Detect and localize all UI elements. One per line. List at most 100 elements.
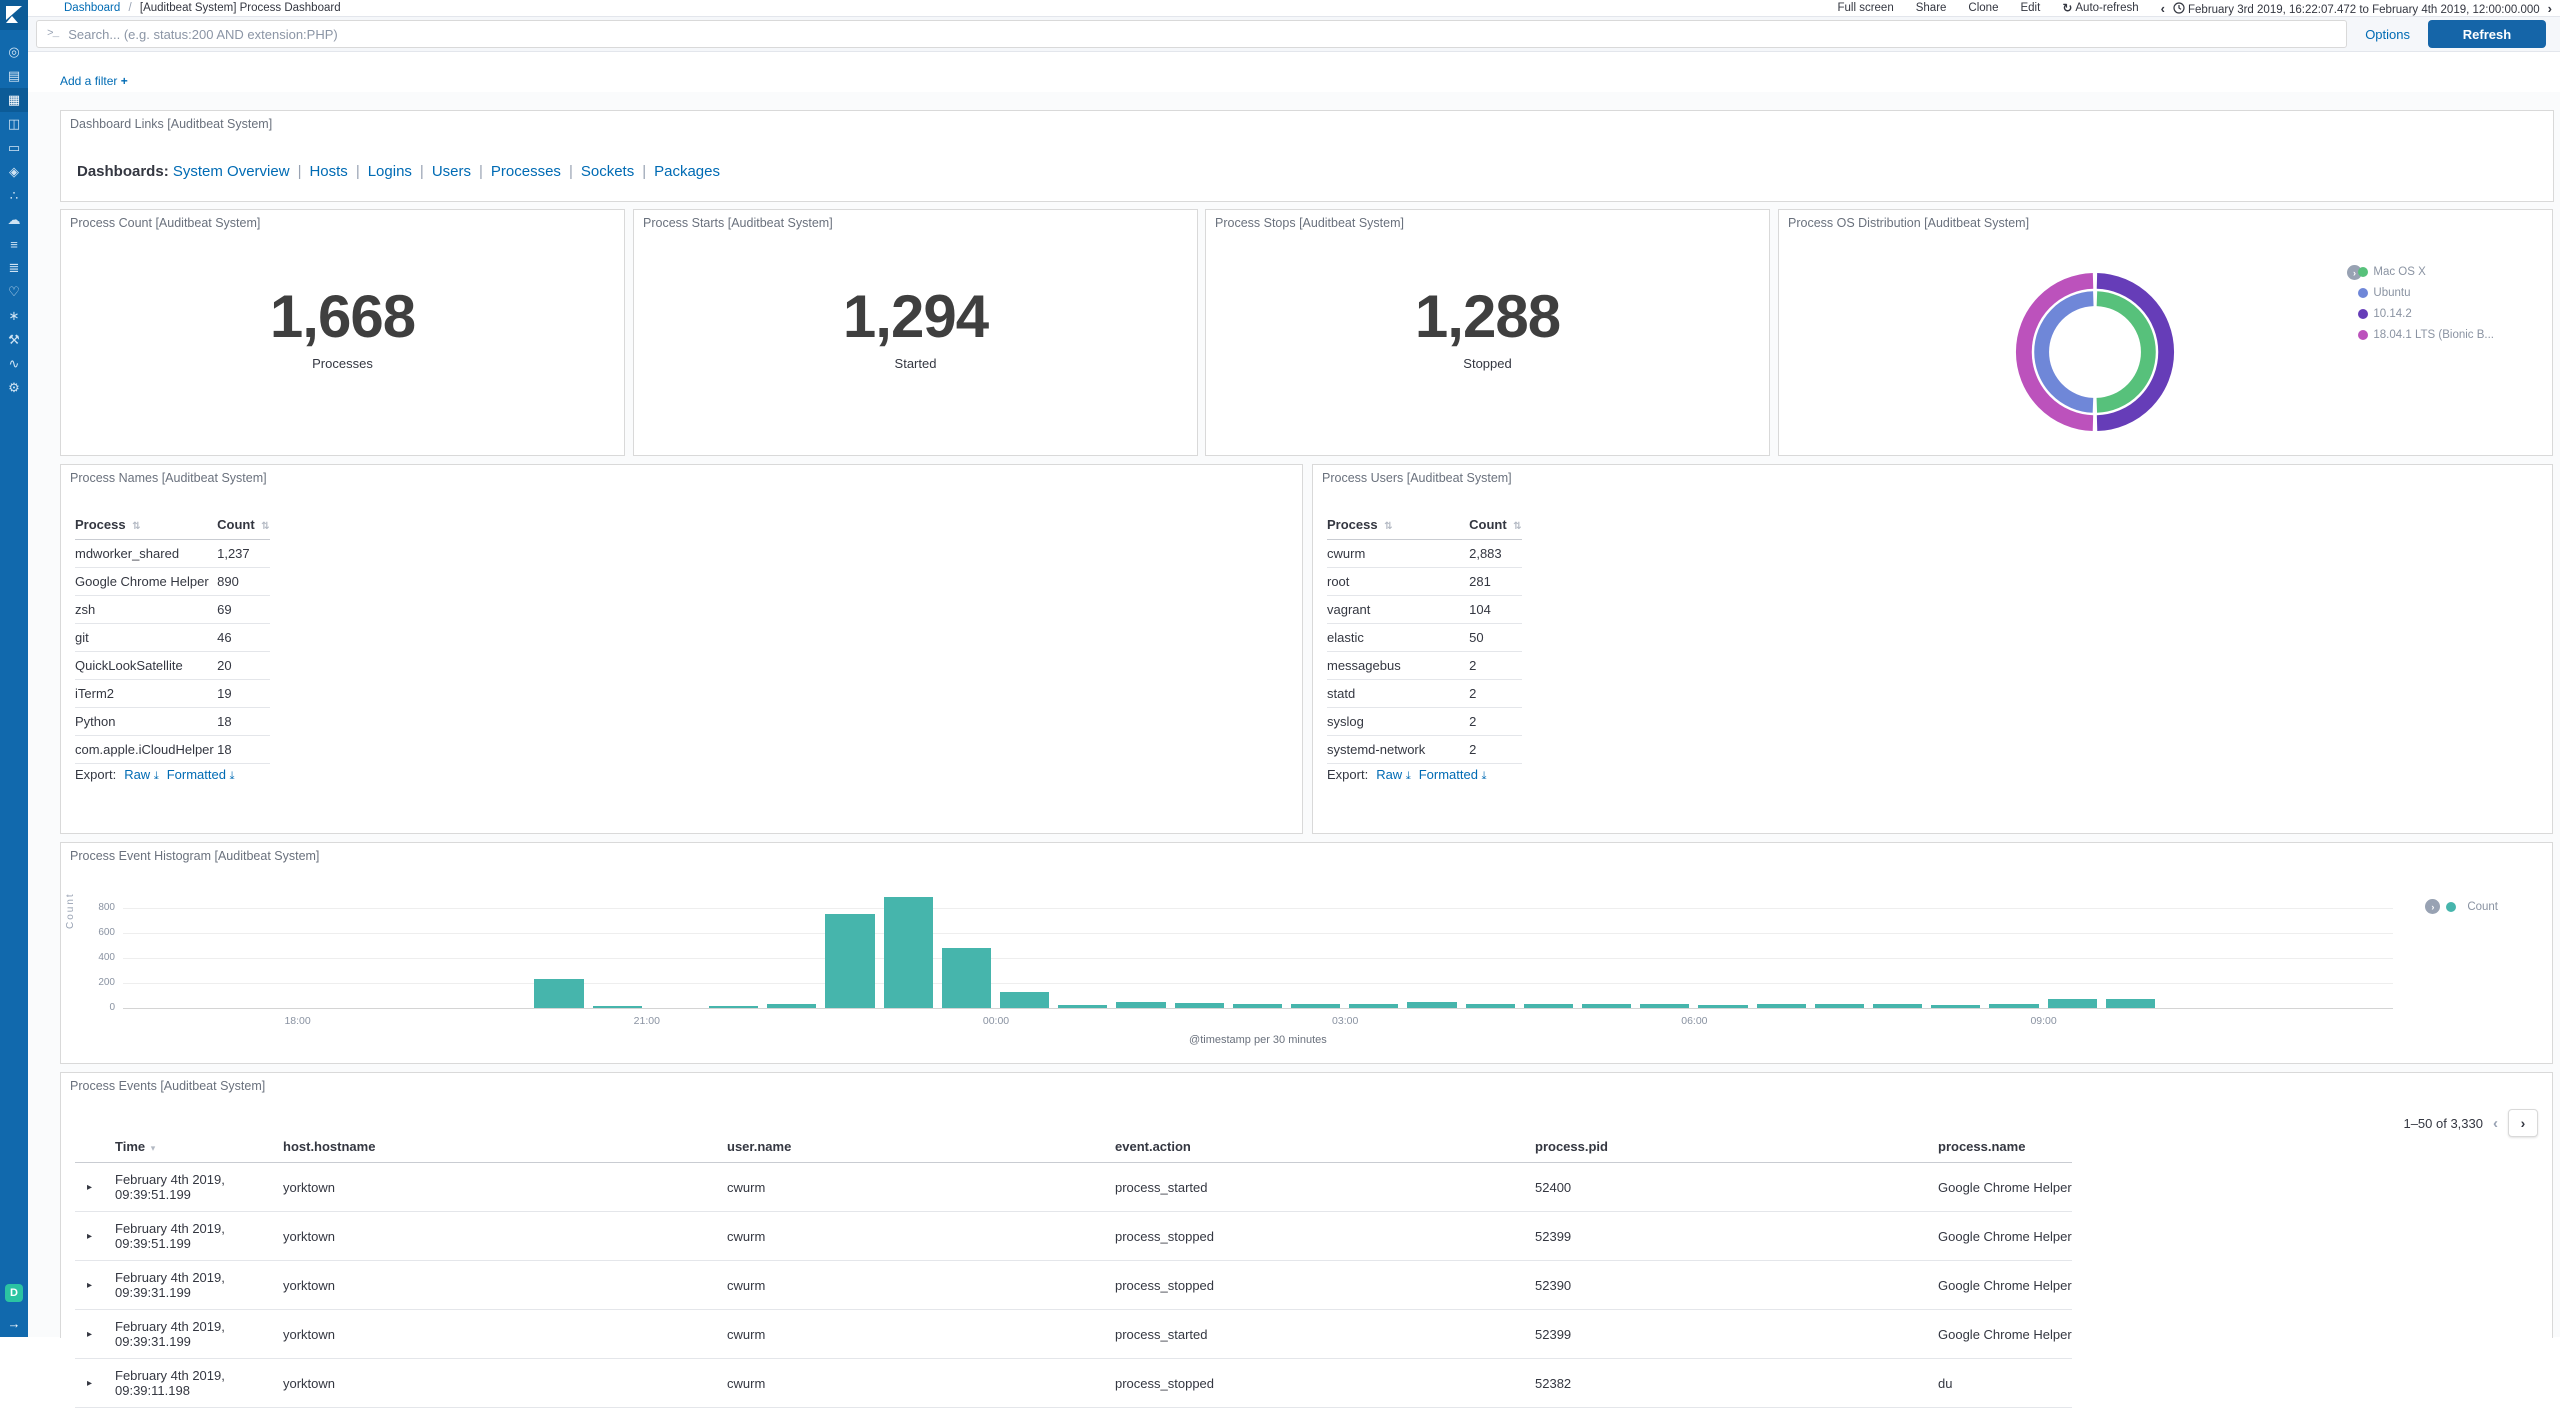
legend-item[interactable]: Ubuntu (2358, 287, 2494, 299)
expand-row-icon[interactable]: ▸ (75, 1261, 115, 1310)
dashboard-link-logins[interactable]: Logins (368, 163, 412, 180)
column-header-time[interactable]: Time ▾ (115, 1133, 283, 1163)
dashboard-link-users[interactable]: Users (432, 163, 471, 180)
histogram-bar[interactable] (1873, 1004, 1922, 1008)
histogram-bar[interactable] (709, 1006, 758, 1008)
histogram-bar[interactable] (767, 1004, 816, 1008)
table-row[interactable]: mdworker_shared1,237 (75, 540, 270, 568)
sidebar-expand-icon[interactable]: → (8, 1316, 21, 1331)
table-row[interactable]: statd2 (1327, 680, 1522, 708)
column-header-process-name[interactable]: process.name (1938, 1133, 2072, 1163)
space-badge[interactable]: D (5, 1284, 23, 1302)
histogram-bar[interactable] (593, 1006, 642, 1008)
column-header-process[interactable]: Process ⇅ (75, 511, 217, 540)
legend-item[interactable]: 10.14.2 (2358, 308, 2494, 320)
dashboard-link-system-overview[interactable]: System Overview (173, 163, 290, 180)
table-row[interactable]: Google Chrome Helper890 (75, 568, 270, 596)
histogram-bar[interactable] (1524, 1004, 1573, 1008)
table-row[interactable]: root281 (1327, 568, 1522, 596)
legend-item[interactable]: 18.04.1 LTS (Bionic B... (2358, 329, 2494, 341)
column-header-event-action[interactable]: event.action (1115, 1133, 1535, 1163)
histogram-bar[interactable] (1291, 1004, 1340, 1008)
os-donut-chart[interactable] (2011, 268, 2179, 441)
column-header-process[interactable]: Process ⇅ (1327, 511, 1469, 540)
table-row[interactable]: systemd-network2 (1327, 736, 1522, 764)
time-previous-icon[interactable]: ‹ (2161, 1, 2165, 16)
histogram-bar[interactable] (825, 914, 874, 1008)
histogram-bar[interactable] (1058, 1005, 1107, 1009)
dashboard-link-processes[interactable]: Processes (491, 163, 561, 180)
top-menu-edit[interactable]: Edit (2020, 2, 2040, 14)
dashboard-link-sockets[interactable]: Sockets (581, 163, 634, 180)
legend-label[interactable]: Count (2467, 901, 2498, 913)
table-row[interactable]: Python18 (75, 708, 270, 736)
histogram-bar[interactable] (1233, 1004, 1282, 1008)
expand-row-icon[interactable]: ▸ (75, 1359, 115, 1408)
histogram-bar[interactable] (1349, 1004, 1398, 1008)
histogram-bar[interactable] (1466, 1004, 1515, 1008)
histogram-bar[interactable] (1116, 1002, 1165, 1008)
sidebar-item-uptime[interactable]: ♡ (0, 280, 28, 304)
time-next-icon[interactable]: › (2548, 1, 2552, 16)
sidebar-item-machine-learning[interactable]: ∴ (0, 184, 28, 208)
table-row[interactable]: elastic50 (1327, 624, 1522, 652)
histogram-bar[interactable] (2106, 999, 2155, 1008)
table-row[interactable]: ▸February 4th 2019, 09:39:51.199yorktown… (75, 1163, 2072, 1212)
refresh-button[interactable]: Refresh (2428, 20, 2546, 48)
sidebar-item-monitoring[interactable]: ∿ (0, 352, 28, 376)
table-row[interactable]: ▸February 4th 2019, 09:39:11.198yorktown… (75, 1359, 2072, 1408)
column-header-process-pid[interactable]: process.pid (1535, 1133, 1938, 1163)
top-menu-share[interactable]: Share (1916, 2, 1947, 14)
page-next-button[interactable]: › (2508, 1109, 2538, 1137)
search-input[interactable] (68, 27, 2336, 42)
add-filter-link[interactable]: Add a filter + (60, 74, 128, 88)
expand-row-icon[interactable]: ▸ (75, 1163, 115, 1212)
histogram-plot[interactable]: 020040060080018:0021:0000:0003:0006:0009… (61, 843, 2552, 1063)
expand-row-icon[interactable]: ▸ (75, 1212, 115, 1261)
histogram-bar[interactable] (1000, 992, 1049, 1008)
table-row[interactable]: messagebus2 (1327, 652, 1522, 680)
expand-row-icon[interactable]: ▸ (75, 1310, 115, 1359)
sidebar-item-discover[interactable]: ◎ (0, 40, 28, 64)
histogram-bar[interactable] (884, 897, 933, 1008)
histogram-bar[interactable] (2048, 999, 2097, 1008)
histogram-bar[interactable] (1582, 1004, 1631, 1008)
table-row[interactable]: iTerm219 (75, 680, 270, 708)
histogram-bar[interactable] (1175, 1003, 1224, 1008)
table-row[interactable]: ▸February 4th 2019, 09:39:51.199yorktown… (75, 1212, 2072, 1261)
sidebar-item-infrastructure[interactable]: ☁ (0, 208, 28, 232)
sidebar-item-logs[interactable]: ≡ (0, 232, 28, 256)
table-row[interactable]: ▸February 4th 2019, 09:39:31.199yorktown… (75, 1310, 2072, 1359)
sidebar-item-maps[interactable]: ◈ (0, 160, 28, 184)
sidebar-item-graph[interactable]: ∗ (0, 304, 28, 328)
auto-refresh-button[interactable]: ↻Auto-refresh (2062, 1, 2138, 15)
table-row[interactable]: cwurm2,883 (1327, 540, 1522, 568)
histogram-bar[interactable] (1931, 1005, 1980, 1008)
table-row[interactable]: vagrant104 (1327, 596, 1522, 624)
table-row[interactable]: com.apple.iCloudHelper18 (75, 736, 270, 764)
histogram-bar[interactable] (1815, 1004, 1864, 1008)
sidebar-item-management[interactable]: ⚙ (0, 376, 28, 400)
sidebar-item-visualize[interactable]: ▤ (0, 64, 28, 88)
column-header-host-hostname[interactable]: host.hostname (283, 1133, 727, 1163)
export-formatted-link[interactable]: Formatted ⤓ (1419, 767, 1487, 782)
histogram-bar[interactable] (1989, 1004, 2038, 1008)
search-box[interactable]: >_ (36, 20, 2347, 48)
histogram-bar[interactable] (1640, 1004, 1689, 1008)
kibana-logo-icon[interactable] (0, 0, 28, 30)
column-header-user-name[interactable]: user.name (727, 1133, 1115, 1163)
dashboard-link-packages[interactable]: Packages (654, 163, 720, 180)
sidebar-item-canvas[interactable]: ▭ (0, 136, 28, 160)
table-row[interactable]: git46 (75, 624, 270, 652)
histogram-bar[interactable] (534, 979, 583, 1008)
query-options-link[interactable]: Options (2365, 27, 2410, 42)
export-formatted-link[interactable]: Formatted ⤓ (167, 767, 235, 782)
histogram-bar[interactable] (1698, 1005, 1747, 1008)
column-header-count[interactable]: Count ⇅ (1469, 511, 1522, 540)
sidebar-item-apm[interactable]: ≣ (0, 256, 28, 280)
table-row[interactable]: ▸February 4th 2019, 09:39:31.199yorktown… (75, 1261, 2072, 1310)
table-row[interactable]: syslog2 (1327, 708, 1522, 736)
sidebar-item-dev-tools[interactable]: ⚒ (0, 328, 28, 352)
top-menu-clone[interactable]: Clone (1968, 2, 1998, 14)
histogram-bar[interactable] (1757, 1004, 1806, 1008)
